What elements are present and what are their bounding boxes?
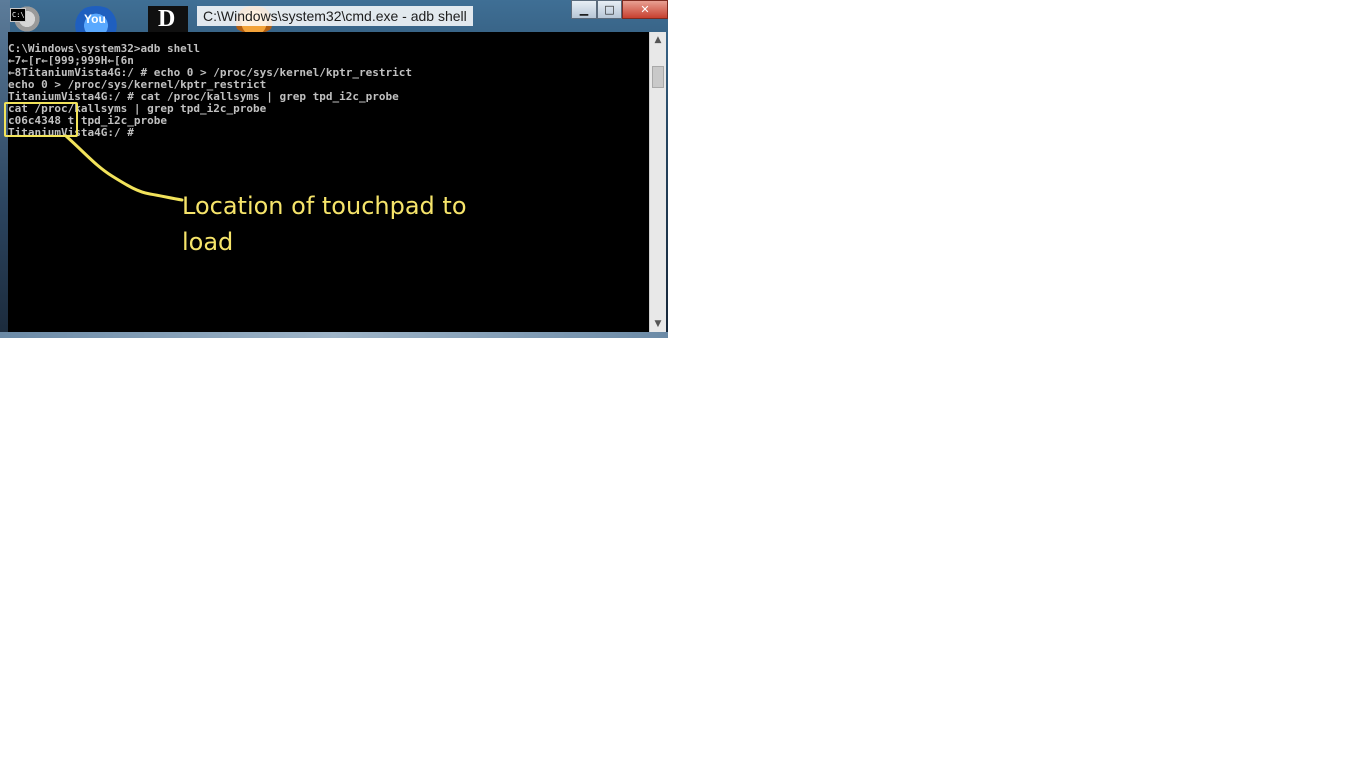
annotation-arrow-line — [64, 134, 184, 202]
screenshot-crop: You D C:\ C:\Windows\system32\cmd.exe - … — [0, 0, 668, 338]
annotation-label: Location of touchpad to load — [182, 192, 467, 256]
